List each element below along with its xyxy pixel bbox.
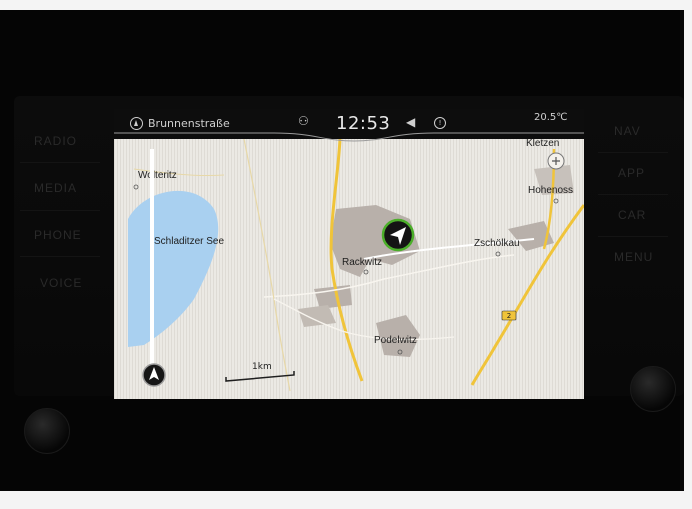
radio-button[interactable]: RADIO [34, 134, 77, 148]
media-button[interactable]: MEDIA [34, 181, 77, 195]
voice-button[interactable]: VOICE [40, 276, 82, 290]
north-arrow-icon[interactable] [142, 363, 166, 387]
place-podelwitz: Podelwitz [374, 335, 417, 346]
divider [598, 194, 668, 195]
outside-temperature: 20.5℃ [534, 112, 568, 123]
nav-button[interactable]: NAV [614, 124, 641, 138]
zoom-slider-track[interactable] [150, 149, 154, 371]
menu-button[interactable]: MENU [614, 250, 653, 264]
volume-knob[interactable] [24, 408, 70, 454]
divider [20, 210, 100, 211]
photo-frame-bottom [0, 491, 692, 509]
divider [20, 162, 100, 163]
info-icon[interactable]: ! [434, 117, 446, 129]
road-number: 2 [507, 312, 511, 320]
traffic-icon[interactable]: ⚇ [298, 114, 309, 128]
mute-icon[interactable]: ◀ [406, 115, 415, 129]
navigation-screen: 2 Wolteritz Schladitzer See Rackwitz Zsc… [114, 109, 584, 399]
divider [20, 256, 100, 257]
status-bar: Brunnenstraße ⚇ 12:53 ◀ ! 20.5℃ [114, 109, 584, 142]
divider [598, 236, 668, 237]
place-zscholkau: Zschölkau [474, 238, 520, 249]
place-hohenoss: Hohenoss [528, 185, 573, 196]
navigation-arrow-icon [381, 218, 415, 252]
tune-knob[interactable] [630, 366, 676, 412]
photo-frame-top [0, 0, 692, 10]
scale-label: 1km [252, 362, 272, 372]
status-bar-curve [114, 132, 584, 142]
place-wolteritz: Wolteritz [138, 170, 177, 181]
route-marker-icon [547, 152, 565, 170]
map-view[interactable]: 2 Wolteritz Schladitzer See Rackwitz Zsc… [114, 109, 584, 399]
car-button[interactable]: CAR [618, 208, 646, 222]
place-schladitzer-see: Schladitzer See [154, 236, 224, 247]
divider [598, 152, 668, 153]
app-button[interactable]: APP [618, 166, 645, 180]
photo-frame-right [684, 0, 692, 509]
place-rackwitz: Rackwitz [342, 257, 382, 268]
phone-button[interactable]: PHONE [34, 228, 82, 242]
